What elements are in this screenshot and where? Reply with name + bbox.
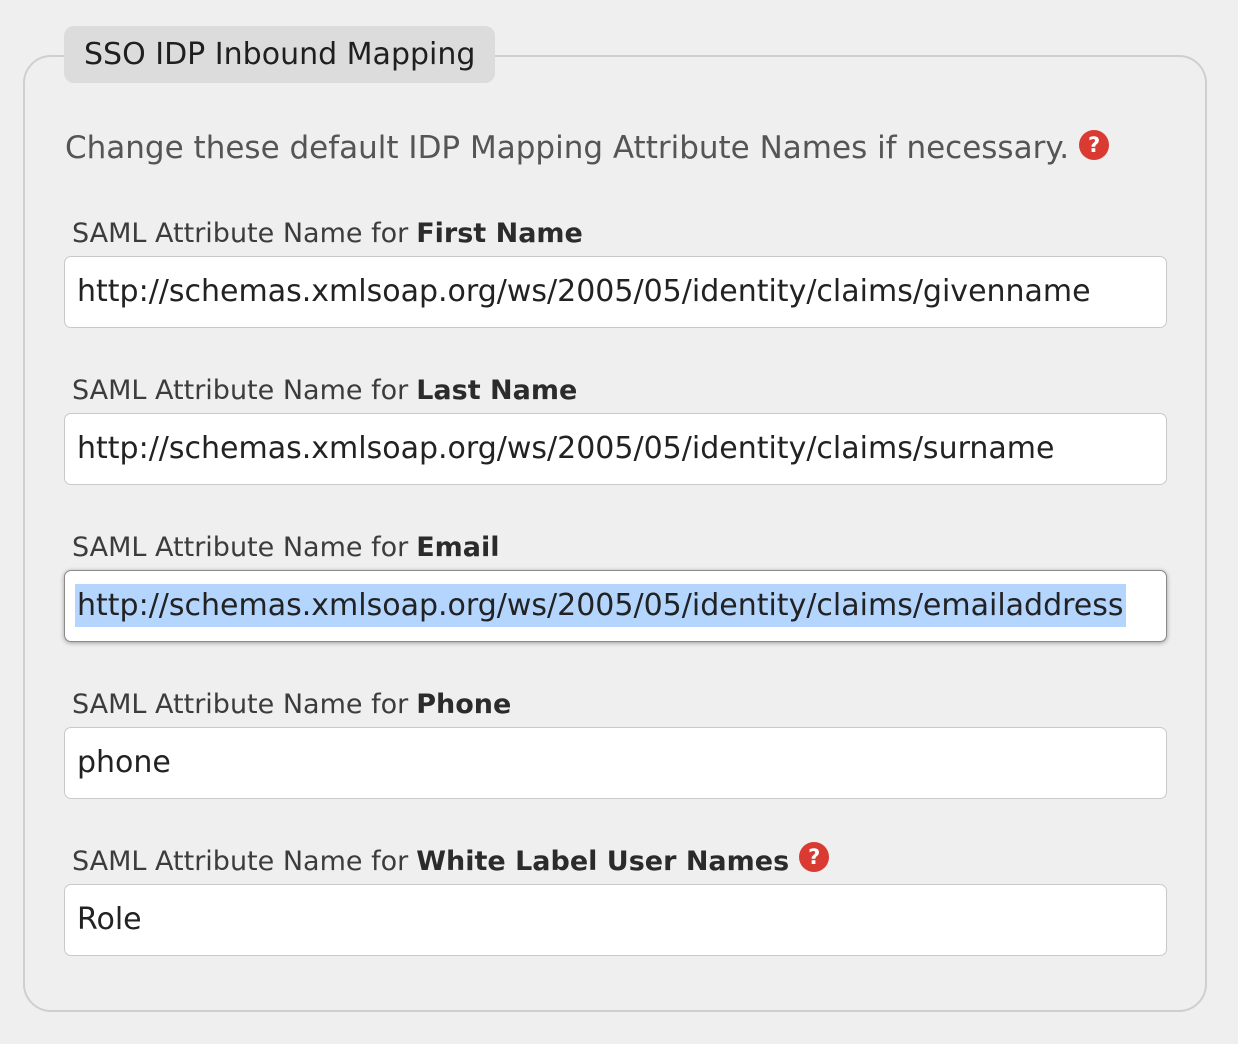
- phone-input-value: phone: [77, 745, 171, 780]
- first-name-label-bold: First Name: [416, 217, 583, 249]
- email-input[interactable]: http://schemas.xmlsoap.org/ws/2005/05/id…: [64, 570, 1167, 642]
- phone-label-bold: Phone: [416, 688, 512, 720]
- white-label-user-names-input[interactable]: Role: [64, 884, 1167, 956]
- white-label-label-prefix: SAML Attribute Name for: [72, 845, 409, 877]
- section-intro: Change these default IDP Mapping Attribu…: [65, 124, 1110, 172]
- help-icon[interactable]: ?: [1079, 130, 1110, 160]
- phone-label: SAML Attribute Name for Phone: [72, 684, 511, 724]
- last-name-label: SAML Attribute Name for Last Name: [72, 370, 577, 410]
- section-title: SSO IDP Inbound Mapping: [64, 26, 496, 83]
- phone-label-prefix: SAML Attribute Name for: [72, 688, 409, 720]
- white-label-label-bold: White Label User Names: [416, 845, 790, 877]
- first-name-input[interactable]: http://schemas.xmlsoap.org/ws/2005/05/id…: [64, 256, 1167, 328]
- email-label-bold: Email: [416, 531, 500, 563]
- white-label-input-value: Role: [77, 902, 142, 937]
- last-name-label-prefix: SAML Attribute Name for: [72, 374, 409, 406]
- phone-input[interactable]: phone: [64, 727, 1167, 799]
- first-name-input-value: http://schemas.xmlsoap.org/ws/2005/05/id…: [77, 274, 1091, 309]
- first-name-label: SAML Attribute Name for First Name: [72, 213, 583, 253]
- first-name-label-prefix: SAML Attribute Name for: [72, 217, 409, 249]
- white-label-user-names-label: SAML Attribute Name for White Label User…: [72, 841, 830, 881]
- white-label-help-icon[interactable]: ?: [799, 842, 830, 872]
- last-name-label-bold: Last Name: [416, 374, 578, 406]
- email-label-prefix: SAML Attribute Name for: [72, 531, 409, 563]
- intro-text: Change these default IDP Mapping Attribu…: [65, 130, 1070, 166]
- last-name-input-value: http://schemas.xmlsoap.org/ws/2005/05/id…: [77, 431, 1055, 466]
- last-name-input[interactable]: http://schemas.xmlsoap.org/ws/2005/05/id…: [64, 413, 1167, 485]
- email-input-value: http://schemas.xmlsoap.org/ws/2005/05/id…: [75, 584, 1126, 627]
- email-label: SAML Attribute Name for Email: [72, 527, 500, 567]
